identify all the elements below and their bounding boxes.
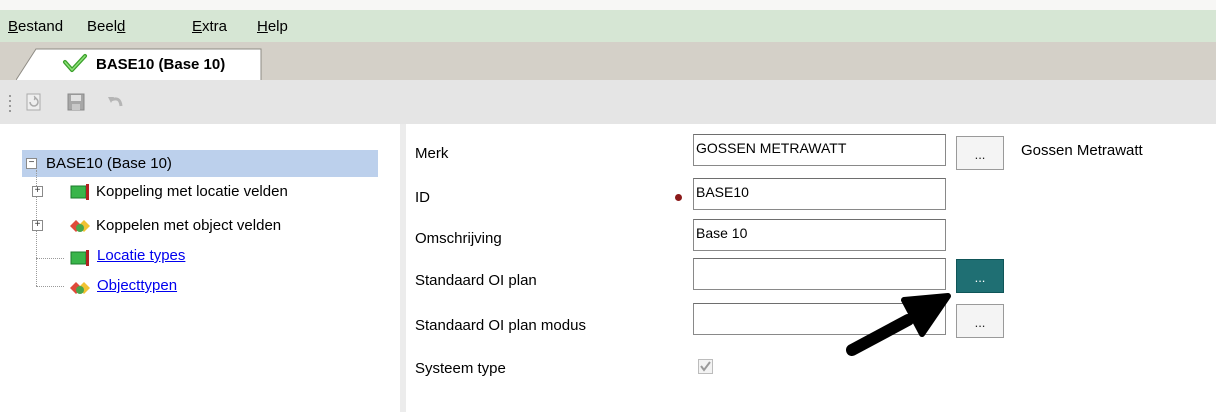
object-shapes-icon — [68, 279, 92, 301]
green-check-icon — [62, 53, 88, 79]
menu-extra-accel: E — [192, 18, 203, 35]
merk-browse-button[interactable]: ... — [956, 136, 1004, 170]
required-indicator-icon — [675, 194, 682, 201]
green-flag-icon — [70, 183, 92, 205]
menu-bestand-rest: estand — [18, 18, 64, 35]
systeem-type-checkbox[interactable] — [698, 359, 713, 374]
systeem-type-label: Systeem type — [415, 360, 506, 377]
refresh-icon[interactable] — [24, 92, 44, 112]
merk-label: Merk — [415, 145, 449, 162]
menu-help-rest: elp — [267, 18, 288, 35]
standaard-oi-plan-field[interactable] — [693, 258, 946, 290]
menu-bestand[interactable]: Bestand — [8, 18, 63, 35]
omschrijving-field[interactable]: Base 10 — [693, 219, 946, 251]
standaard-oi-plan-modus-browse-button[interactable]: ... — [956, 304, 1004, 338]
tree-item-koppelen-object[interactable]: Koppelen met object velden — [96, 217, 281, 234]
menu-beeld[interactable]: Beeld — [87, 18, 125, 35]
merk-description: Gossen Metrawatt — [1021, 142, 1143, 159]
tree-expand-toggle-object[interactable]: + — [32, 220, 43, 231]
tree-root-collapse-toggle[interactable]: − — [26, 158, 37, 169]
standaard-oi-plan-browse-button[interactable]: ... — [956, 259, 1004, 293]
tree-item-objecttypen[interactable]: Objecttypen — [97, 277, 177, 294]
merk-field[interactable]: GOSSEN METRAWATT — [693, 134, 946, 166]
checkmark-icon — [700, 361, 711, 372]
tab-label: BASE10 (Base 10) — [96, 56, 226, 73]
toolbar — [0, 80, 1216, 124]
standaard-oi-plan-modus-label: Standaard OI plan modus — [415, 317, 586, 334]
id-field[interactable]: BASE10 — [693, 178, 946, 210]
tree-item-locatie-types[interactable]: Locatie types — [97, 247, 185, 264]
menu-beeld-prefix: Beel — [87, 18, 118, 35]
tree-expand-toggle-locatie[interactable]: + — [32, 186, 43, 197]
menu-beeld-accel: d — [117, 18, 126, 35]
tree-item-koppeling-locatie[interactable]: Koppeling met locatie velden — [96, 183, 288, 200]
id-label: ID — [415, 189, 430, 206]
window-top-strip — [0, 0, 1216, 10]
menu-help-accel: H — [257, 18, 268, 35]
pointer-arrow-icon — [846, 293, 951, 356]
undo-icon[interactable] — [106, 92, 126, 112]
tab-base10[interactable]: BASE10 (Base 10) — [16, 48, 262, 81]
tree-root-label[interactable]: BASE10 (Base 10) — [46, 155, 172, 172]
menu-extra[interactable]: Extra — [192, 18, 227, 35]
green-flag-icon — [70, 249, 92, 271]
object-shapes-icon — [68, 217, 92, 239]
menu-help[interactable]: Help — [257, 18, 288, 35]
standaard-oi-plan-label: Standaard OI plan — [415, 272, 537, 289]
tree-guide-line — [36, 286, 64, 287]
menu-bar: Bestand Beeld Extra Help — [0, 10, 1216, 42]
document-tab-bar: BASE10 (Base 10) — [0, 42, 1216, 81]
menu-extra-rest: xtra — [202, 18, 228, 35]
save-icon[interactable] — [66, 92, 86, 112]
toolbar-grip-icon[interactable] — [8, 94, 12, 112]
tree-guide-line — [36, 258, 64, 259]
menu-bestand-accel: B — [8, 18, 19, 35]
omschrijving-label: Omschrijving — [415, 230, 502, 247]
